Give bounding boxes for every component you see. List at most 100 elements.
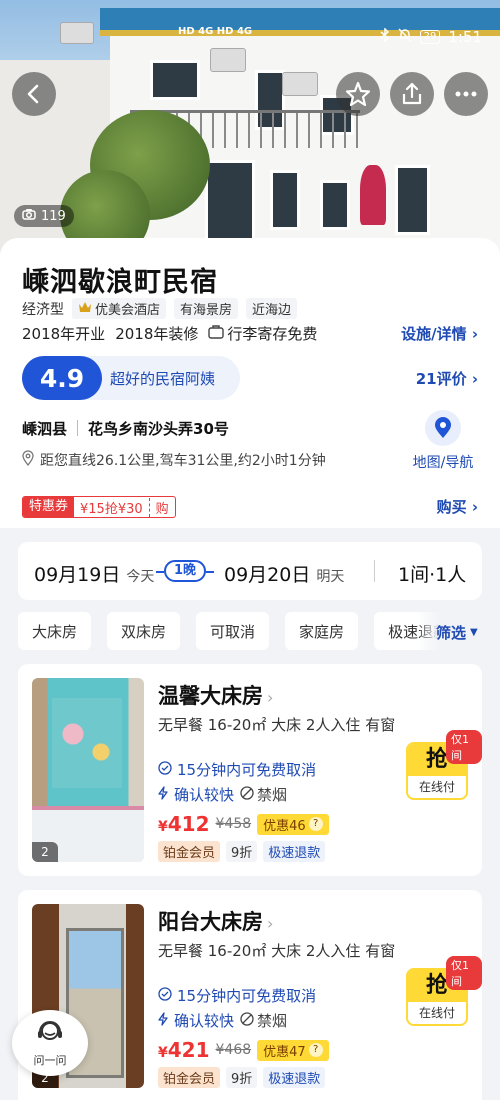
filter-chip-cancellable[interactable]: 可取消 — [196, 612, 270, 650]
more-button[interactable] — [444, 72, 488, 116]
facilities-link[interactable]: 设施/详情 › — [401, 323, 478, 344]
current-price: ¥421 — [158, 1038, 210, 1062]
distance-text: 距您直线26.1公里,驾车31公里,约2小时1分钟 — [40, 453, 326, 469]
original-price: ¥468 — [215, 1042, 252, 1058]
chevron-right-icon: › — [471, 325, 478, 343]
map-navigation-label: 地图/导航 — [412, 455, 474, 471]
door — [205, 160, 255, 250]
photo-count-badge[interactable]: 119 — [14, 205, 74, 227]
room-description: 无早餐 16-20㎡ 大床 2人入住 有窗 — [158, 716, 396, 734]
luggage-facility: 行李寄存免费 — [208, 323, 317, 344]
filter-button[interactable]: 筛选 ▼ — [420, 612, 500, 652]
rating-pill[interactable]: 4.9 超好的民宿阿姨 — [22, 356, 240, 400]
date-selector[interactable]: 09月19日 今天 1晚 09月20日 明天 1间·1人 — [18, 542, 482, 600]
rooms-guests-selector[interactable]: 1间·1人 — [398, 560, 466, 587]
window — [150, 60, 200, 100]
room-name-label: 阳台大床房 — [158, 910, 263, 934]
fast-refund-badge: 极速退款 — [263, 1067, 326, 1088]
bluetooth-icon — [380, 27, 390, 46]
back-arrow-icon — [27, 84, 39, 104]
coupon-badge[interactable]: 特惠券 ¥15抢¥30 购 — [22, 496, 176, 518]
currency-symbol: ¥ — [158, 1045, 168, 1061]
opened-year: 2018年开业 — [22, 325, 106, 343]
battery-icon: 29 — [419, 30, 441, 44]
info-icon: ? — [308, 1043, 323, 1057]
availability-badge: 仅1间 — [446, 956, 482, 990]
map-pin-icon — [425, 410, 461, 446]
room-name[interactable]: 阳台大床房 › — [158, 906, 273, 936]
no-smoking-icon — [240, 1011, 254, 1030]
reviews-link[interactable]: 21评价 › — [416, 368, 478, 389]
back-button[interactable] — [12, 72, 56, 116]
checkout-note: 明天 — [316, 569, 345, 585]
filter-button-label: 筛选 — [436, 623, 467, 642]
no-smoking-label: 禁烟 — [257, 786, 288, 804]
discount-rate-badge: 9折 — [226, 841, 258, 862]
room-badges: 铂金会员 9折 极速退款 — [158, 841, 326, 862]
room-name-label: 温馨大床房 — [158, 684, 263, 708]
tag-near-sea: 近海边 — [246, 298, 298, 319]
room-features: 确认较快 禁烟 — [158, 1010, 287, 1031]
checkin-date[interactable]: 09月19日 今天 — [34, 560, 154, 587]
share-icon — [402, 82, 422, 105]
discount-label: 优惠47 — [263, 1044, 306, 1060]
brand-tag[interactable]: 优美会酒店 — [72, 298, 167, 319]
filter-chip-twin-bed[interactable]: 双床房 — [107, 612, 181, 650]
window — [320, 180, 350, 230]
availability-badge: 仅1间 — [446, 730, 482, 764]
room-photo[interactable]: 2 — [32, 678, 144, 862]
red-umbrella — [360, 165, 386, 225]
hotel-name: 嵊泗歇浪町民宿 — [22, 267, 218, 298]
chevron-right-icon: › — [267, 914, 274, 933]
room-card[interactable]: 2 阳台大床房 › 无早餐 16-20㎡ 大床 2人入住 有窗 15分钟内可免费取… — [18, 890, 482, 1100]
discount-badge[interactable]: 优惠46 ? — [257, 813, 329, 835]
fast-confirm-label: 确认较快 — [174, 786, 235, 804]
headset-icon — [35, 1021, 65, 1052]
divider — [374, 560, 375, 582]
room-card[interactable]: 2 温馨大床房 › 无早餐 16-20㎡ 大床 2人入住 有窗 15分钟内可免费取… — [18, 664, 482, 876]
buy-coupon-link[interactable]: 购买 › — [437, 496, 478, 517]
checkout-date[interactable]: 09月20日 明天 — [224, 560, 344, 587]
street-address: 花鸟乡南沙头弄30号 — [88, 420, 229, 438]
check-circle-icon — [158, 986, 172, 1005]
checkout-date-value: 09月20日 — [224, 564, 311, 586]
hotel-info-card: 嵊泗歇浪町民宿 经济型 优美会酒店 有海景房 近海边 2018年开业 2018年… — [0, 238, 500, 528]
fast-confirm-label: 确认较快 — [174, 1012, 235, 1030]
fast-refund-badge: 极速退款 — [263, 841, 326, 862]
photo-count: 119 — [41, 208, 66, 224]
window — [395, 165, 430, 235]
filter-chip-king-bed[interactable]: 大床房 — [18, 612, 92, 650]
clock: 1:51 — [448, 28, 482, 46]
chevron-right-icon: › — [471, 498, 478, 516]
favorite-button[interactable] — [336, 72, 380, 116]
currency-symbol: ¥ — [158, 819, 168, 835]
room-name[interactable]: 温馨大床房 › — [158, 680, 273, 710]
share-button[interactable] — [390, 72, 434, 116]
room-price: ¥412 ¥458 优惠46 ? — [158, 812, 329, 836]
nights-count: 1晚 — [155, 560, 215, 582]
distance-info: 距您直线26.1公里,驾车31公里,约2小时1分钟 — [22, 450, 326, 470]
filter-chip-family-room[interactable]: 家庭房 — [285, 612, 359, 650]
wall-art — [52, 698, 122, 788]
rating-score: 4.9 — [22, 356, 102, 400]
hotel-facts: 2018年开业 2018年装修 行李寄存免费 — [22, 323, 317, 344]
current-price: ¥412 — [158, 812, 210, 836]
info-icon: ? — [308, 817, 323, 831]
divider — [77, 420, 79, 436]
free-cancel-label: 15分钟内可免费取消 — [177, 987, 317, 1005]
district: 嵊泗县 — [22, 420, 68, 438]
star-icon — [345, 81, 371, 107]
no-smoking: 禁烟 — [240, 784, 287, 805]
mute-icon — [398, 28, 412, 46]
facilities-link-label: 设施/详情 — [401, 325, 467, 343]
ask-question-button[interactable]: 问一问 — [12, 1010, 88, 1076]
brand-tag-label: 优美会酒店 — [95, 303, 161, 318]
map-navigation-button[interactable]: 地图/导航 — [406, 410, 480, 472]
address[interactable]: 嵊泗县 花鸟乡南沙头弄30号 — [22, 418, 229, 439]
discount-badge[interactable]: 优惠47 ? — [257, 1039, 329, 1061]
pay-online-label: 在线付 — [418, 1006, 455, 1020]
checkin-note: 今天 — [126, 569, 155, 585]
room-badges: 铂金会员 9折 极速退款 — [158, 1067, 326, 1088]
original-price: ¥458 — [215, 816, 252, 832]
member-badge: 铂金会员 — [158, 1067, 221, 1088]
